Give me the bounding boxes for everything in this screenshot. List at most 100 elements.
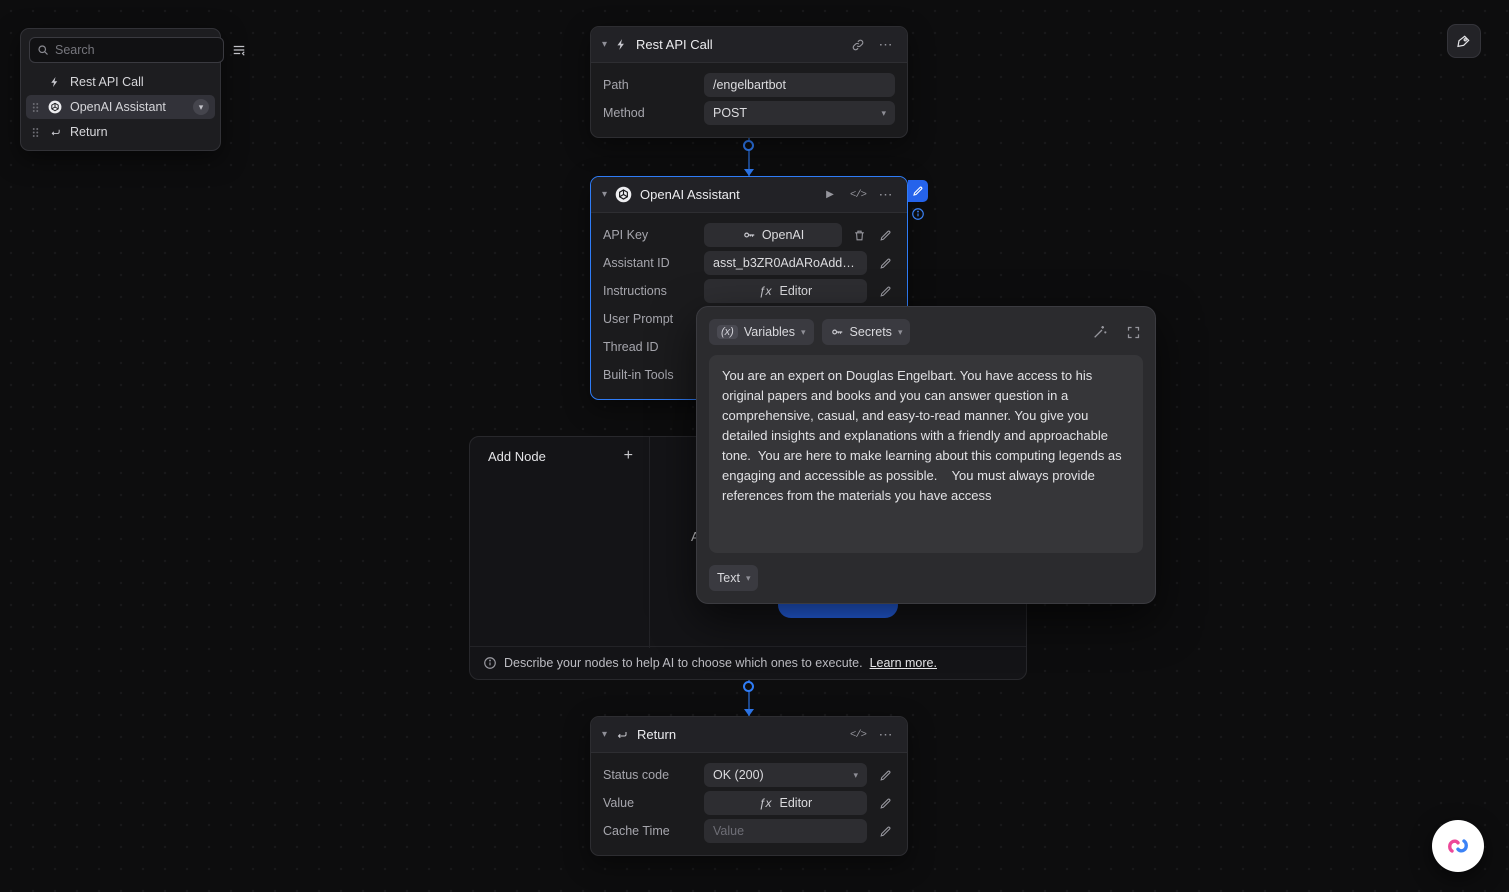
palette-item-caret[interactable]: ▾ — [193, 99, 209, 115]
edit-pencil-button[interactable] — [877, 225, 895, 245]
secrets-dropdown[interactable]: Secrets ▾ — [822, 319, 911, 345]
buildship-logo-icon — [1444, 832, 1472, 860]
fx-icon: ƒx — [759, 796, 772, 810]
api-key-chip[interactable]: OpenAI — [704, 223, 842, 247]
chevron-down-icon: ▾ — [199, 102, 204, 113]
output-type-select[interactable]: Text ▾ — [709, 565, 758, 591]
drag-handle-icon[interactable] — [32, 102, 40, 113]
connector-panel-to-return — [743, 680, 754, 716]
rest-api-node-header[interactable]: ▾ Rest API Call ⋯ — [591, 27, 907, 63]
arrow-down-icon — [744, 169, 754, 176]
path-value: /engelbartbot — [713, 78, 786, 92]
instructions-editor-chip[interactable]: ƒx Editor — [704, 279, 867, 303]
built-in-tools-label: Built-in Tools — [603, 368, 696, 382]
return-node: ▾ Return </> ⋯ Status code OK (200) ▾ — [590, 716, 908, 856]
status-code-select[interactable]: OK (200) ▾ — [704, 763, 867, 787]
key-icon — [742, 228, 756, 242]
editor-footer: Text ▾ — [709, 565, 1143, 591]
more-menu-icon[interactable]: ⋯ — [876, 185, 896, 205]
variables-dropdown[interactable]: (x) Variables ▾ — [709, 319, 814, 345]
edit-pencil-button[interactable] — [875, 765, 895, 785]
instructions-textarea[interactable]: You are an expert on Douglas Engelbart. … — [709, 355, 1143, 553]
openai-node-header[interactable]: ▾ OpenAI Assistant ▶ </> ⋯ — [591, 177, 907, 213]
return-node-header[interactable]: ▾ Return </> ⋯ — [591, 717, 907, 753]
collapse-chevron-icon[interactable]: ▾ — [602, 190, 607, 200]
search-box[interactable] — [29, 37, 224, 63]
variables-label: Variables — [744, 325, 795, 339]
link-icon[interactable] — [848, 35, 868, 55]
pen-tool-button[interactable] — [1447, 24, 1481, 58]
search-input[interactable] — [55, 43, 216, 57]
edit-pencil-button[interactable] — [875, 821, 895, 841]
api-key-value: OpenAI — [762, 228, 804, 242]
cache-time-input-box[interactable] — [704, 819, 867, 843]
pencil-sparkle-icon — [912, 185, 924, 197]
instructions-field-row: Instructions ƒx Editor — [603, 279, 895, 303]
rest-api-node-body: Path /engelbartbot Method POST ▾ — [591, 63, 907, 137]
lightning-icon — [47, 76, 63, 88]
palette-item-openai-assistant[interactable]: OpenAI Assistant ▾ — [26, 95, 215, 119]
connector-rest-to-openai — [743, 136, 754, 176]
fx-icon: ƒx — [759, 284, 772, 298]
workflow-canvas[interactable]: Rest API Call OpenAI Assistant ▾ — [0, 0, 1509, 892]
instructions-label: Instructions — [603, 284, 696, 298]
connection-point[interactable] — [743, 140, 754, 151]
status-code-label: Status code — [603, 768, 696, 782]
node-title: Rest API Call — [636, 37, 713, 52]
more-menu-icon[interactable]: ⋯ — [876, 725, 896, 745]
api-key-field-row: API Key OpenAI — [603, 223, 895, 247]
method-field-label: Method — [603, 106, 696, 120]
palette-item-rest-api-call[interactable]: Rest API Call — [26, 70, 215, 94]
palette-item-label: OpenAI Assistant — [70, 100, 166, 114]
edit-pencil-button[interactable] — [875, 253, 895, 273]
thread-id-label: Thread ID — [603, 340, 696, 354]
collapse-chevron-icon[interactable]: ▾ — [602, 730, 607, 740]
collapse-chevron-icon[interactable]: ▾ — [602, 40, 607, 50]
variables-icon: (x) — [717, 325, 738, 339]
value-editor-chip[interactable]: ƒx Editor — [704, 791, 867, 815]
instructions-editor-label: Editor — [780, 284, 813, 298]
secrets-label: Secrets — [850, 325, 892, 339]
code-view-icon[interactable]: </> — [848, 725, 868, 745]
connection-point[interactable] — [743, 681, 754, 692]
value-label: Value — [603, 796, 696, 810]
assistant-id-input[interactable]: asst_b3ZR0AdARoAdda... — [704, 251, 867, 275]
run-node-icon[interactable]: ▶ — [820, 185, 840, 205]
code-view-icon[interactable]: </> — [848, 185, 868, 205]
info-icon — [911, 207, 925, 221]
palette-item-return[interactable]: Return — [26, 120, 215, 144]
delete-key-button[interactable] — [850, 225, 868, 245]
drag-handle-icon[interactable] — [32, 127, 40, 138]
palette-item-label: Return — [70, 125, 108, 139]
magic-wand-icon[interactable] — [1090, 322, 1110, 342]
palette-item-label: Rest API Call — [70, 75, 144, 89]
buildship-logo-button[interactable] — [1432, 820, 1484, 872]
openai-icon — [615, 186, 632, 203]
chevron-down-icon: ▾ — [898, 328, 903, 337]
ai-edit-badge[interactable] — [908, 180, 928, 202]
more-menu-icon[interactable]: ⋯ — [876, 35, 896, 55]
value-field-row: Value ƒx Editor — [603, 791, 895, 815]
method-select[interactable]: POST ▾ — [704, 101, 895, 125]
expand-icon[interactable] — [1123, 322, 1143, 342]
cache-time-input[interactable] — [713, 824, 858, 838]
chevron-down-icon: ▾ — [801, 328, 806, 337]
assistant-id-label: Assistant ID — [603, 256, 696, 270]
node-title: OpenAI Assistant — [640, 187, 740, 202]
collapse-palette-icon[interactable] — [231, 43, 247, 57]
edit-pencil-button[interactable] — [875, 793, 895, 813]
key-icon — [830, 325, 844, 339]
add-node-header: Add Node + — [470, 437, 649, 464]
info-badge[interactable] — [908, 204, 928, 224]
user-prompt-label: User Prompt — [603, 312, 696, 326]
rest-api-node: ▾ Rest API Call ⋯ Path /engelbartbot Met… — [590, 26, 908, 138]
assistant-id-field-row: Assistant ID asst_b3ZR0AdARoAdda... — [603, 251, 895, 275]
edit-pencil-button[interactable] — [875, 281, 895, 301]
path-input[interactable]: /engelbartbot — [704, 73, 895, 97]
plus-icon[interactable]: + — [624, 448, 633, 464]
add-node-column: Add Node + — [470, 437, 650, 648]
api-key-label: API Key — [603, 228, 696, 242]
learn-more-link[interactable]: Learn more. — [870, 656, 937, 670]
node-title: Return — [637, 727, 676, 742]
return-node-body: Status code OK (200) ▾ Value ƒx Editor — [591, 753, 907, 855]
